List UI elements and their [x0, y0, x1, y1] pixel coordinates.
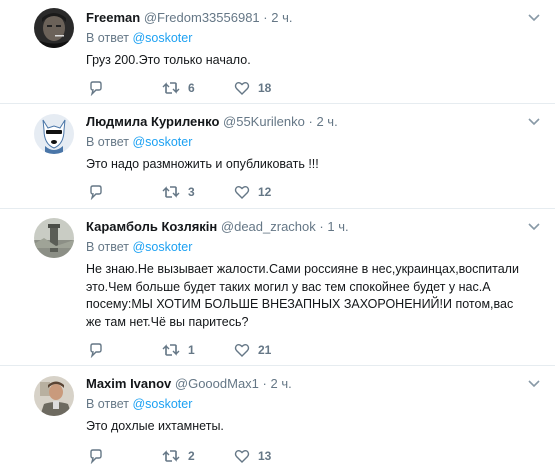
retweet-count: 2 [188, 449, 195, 463]
separator: · [263, 10, 268, 25]
user-photo-icon [34, 376, 74, 416]
retweet-count: 6 [188, 81, 195, 95]
like-count: 21 [258, 343, 272, 357]
user-handle[interactable]: @Fredom33556981 [144, 10, 260, 25]
reply-context: В ответ @soskoter [86, 30, 192, 46]
display-name[interactable]: Maxim Ivanov [86, 376, 171, 391]
tweet-actions: 6 18 [86, 80, 326, 98]
retweet-count: 3 [188, 185, 195, 199]
reply-context: В ответ @soskoter [86, 134, 192, 150]
separator: · [308, 114, 313, 129]
reply-context: В ответ @soskoter [86, 239, 192, 255]
reply-mention-link[interactable]: @soskoter [132, 135, 192, 149]
display-name[interactable]: Freeman [86, 10, 140, 25]
like-count: 18 [258, 81, 272, 95]
tweet-header: Maxim Ivanov @GooodMax1 · 2 ч. [86, 376, 292, 392]
tweet[interactable]: Людмила Куриленко @55Kurilenko · 2 ч. В … [0, 104, 555, 209]
avatar[interactable] [34, 114, 74, 154]
reply-prefix: В ответ [86, 135, 129, 149]
reply-mention-link[interactable]: @soskoter [132, 397, 192, 411]
tweet-actions: 1 21 [86, 342, 326, 360]
like-button[interactable]: 18 [234, 80, 271, 96]
retweet-button[interactable]: 6 [162, 80, 195, 96]
reply-context: В ответ @soskoter [86, 396, 192, 412]
like-count: 13 [258, 449, 272, 463]
like-button[interactable]: 21 [234, 342, 271, 358]
tweet-text: Не знаю.Не вызывает жалости.Сами россиян… [86, 262, 519, 329]
reply-prefix: В ответ [86, 31, 129, 45]
chevron-down-icon[interactable] [527, 378, 541, 388]
like-button[interactable]: 12 [234, 184, 271, 200]
tweet-text: Груз 200.Это только начало. [86, 53, 251, 67]
reply-icon [90, 449, 102, 464]
tweet-header: Людмила Куриленко @55Kurilenko · 2 ч. [86, 114, 338, 130]
reply-mention-link[interactable]: @soskoter [132, 240, 192, 254]
user-handle[interactable]: @55Kurilenko [223, 114, 305, 129]
reply-icon [90, 185, 102, 200]
retweet-icon [162, 450, 180, 462]
retweet-icon [162, 186, 180, 198]
tweet-text: Это надо размножить и опубликовать !!! [86, 157, 319, 171]
display-name[interactable]: Карамболь Козлякін [86, 219, 217, 234]
timestamp[interactable]: 2 ч. [316, 114, 337, 129]
avatar[interactable] [34, 218, 74, 258]
timestamp[interactable]: 2 ч. [271, 10, 292, 25]
retweet-count: 1 [188, 343, 195, 357]
reply-icon [90, 81, 102, 96]
user-handle[interactable]: @dead_zrachok [221, 219, 316, 234]
chevron-down-icon[interactable] [527, 116, 541, 126]
separator: · [319, 219, 324, 234]
reply-icon [90, 343, 102, 358]
like-button[interactable]: 13 [234, 448, 271, 464]
heart-icon [234, 82, 250, 95]
retweet-button[interactable]: 1 [162, 342, 195, 358]
timestamp[interactable]: 2 ч. [271, 376, 292, 391]
heart-icon [234, 344, 250, 357]
retweet-icon [162, 344, 180, 356]
retweet-button[interactable]: 2 [162, 448, 195, 464]
display-name[interactable]: Людмила Куриленко [86, 114, 219, 129]
reply-button[interactable] [88, 448, 112, 464]
tweet-actions: 2 13 [86, 448, 326, 466]
user-photo-icon [34, 218, 74, 258]
tweet[interactable]: Maxim Ivanov @GooodMax1 · 2 ч. В ответ @… [0, 366, 555, 471]
tweet-header: Карамболь Козлякін @dead_zrachok · 1 ч. [86, 219, 349, 235]
vk-logo-icon [34, 114, 74, 154]
user-photo-icon [34, 8, 74, 48]
reply-prefix: В ответ [86, 240, 129, 254]
reply-prefix: В ответ [86, 397, 129, 411]
tweet-header: Freeman @Fredom33556981 · 2 ч. [86, 10, 292, 26]
avatar[interactable] [34, 8, 74, 48]
reply-button[interactable] [88, 80, 112, 96]
retweet-button[interactable]: 3 [162, 184, 195, 200]
chevron-down-icon[interactable] [527, 12, 541, 22]
tweet[interactable]: Freeman @Fredom33556981 · 2 ч. В ответ @… [0, 0, 555, 104]
reply-mention-link[interactable]: @soskoter [132, 31, 192, 45]
tweet[interactable]: Карамболь Козлякін @dead_zrachok · 1 ч. … [0, 209, 555, 366]
retweet-icon [162, 82, 180, 94]
timestamp[interactable]: 1 ч. [327, 219, 348, 234]
chevron-down-icon[interactable] [527, 221, 541, 231]
tweet-text: Это дохлые ихтамнеты. [86, 419, 224, 433]
reply-button[interactable] [88, 184, 112, 200]
heart-icon [234, 186, 250, 199]
heart-icon [234, 450, 250, 463]
separator: · [262, 376, 267, 391]
user-handle[interactable]: @GooodMax1 [175, 376, 259, 391]
like-count: 12 [258, 185, 272, 199]
avatar[interactable] [34, 376, 74, 416]
tweet-actions: 3 12 [86, 184, 326, 202]
reply-button[interactable] [88, 342, 112, 358]
